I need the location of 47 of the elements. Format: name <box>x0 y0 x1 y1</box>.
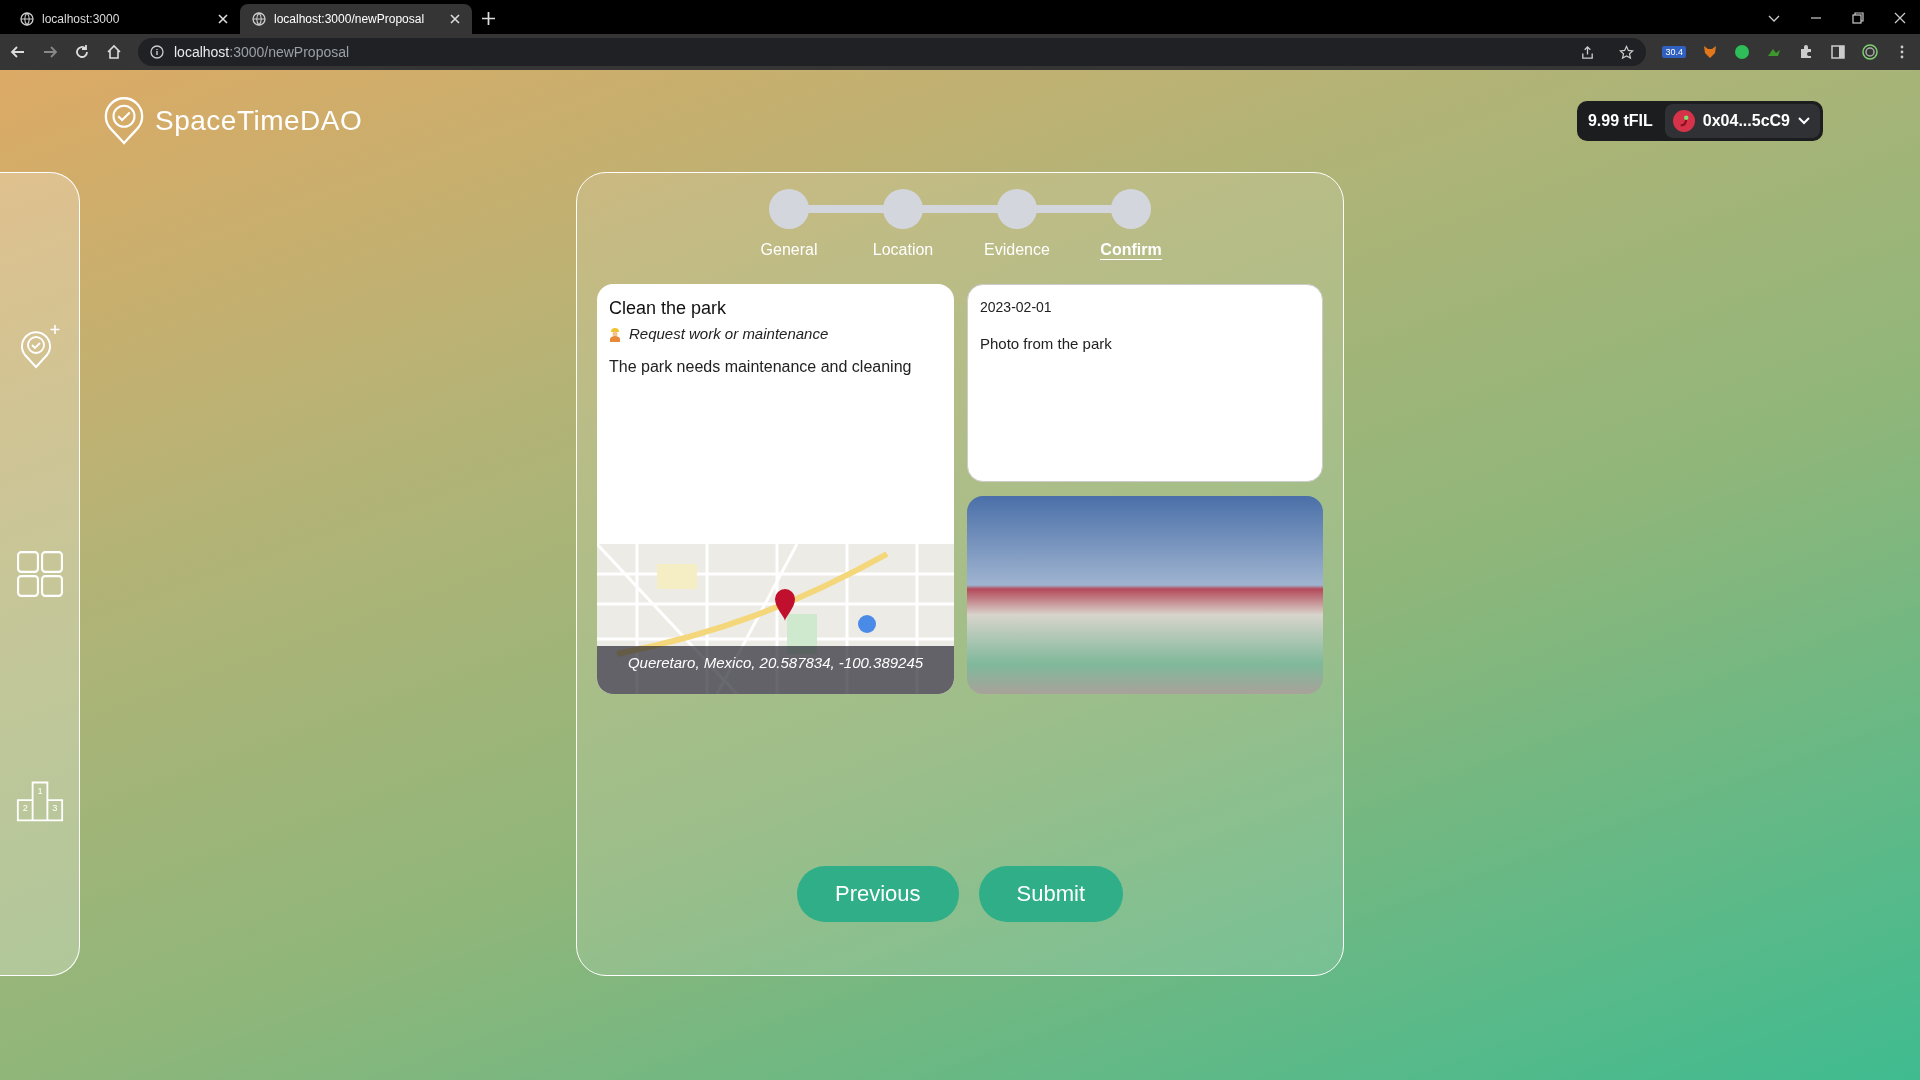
side-panel-icon[interactable] <box>1830 44 1846 60</box>
submit-button[interactable]: Submit <box>978 866 1124 922</box>
proposal-title: Clean the park <box>609 298 728 319</box>
close-icon[interactable] <box>450 14 460 24</box>
step-dot <box>1111 189 1151 229</box>
location-pin-check-icon[interactable] <box>103 97 145 145</box>
star-icon[interactable] <box>1619 44 1635 60</box>
back-icon[interactable] <box>10 44 26 60</box>
account-button[interactable]: 0x04...5cC9 <box>1664 104 1820 138</box>
home-icon[interactable] <box>106 44 122 60</box>
extension-badge[interactable]: 30.4 <box>1662 46 1686 58</box>
new-tab-icon[interactable] <box>482 12 495 25</box>
proposal-description: The park needs maintenance and cleaning <box>609 358 913 376</box>
restore-icon[interactable] <box>1852 12 1864 24</box>
close-icon[interactable] <box>218 14 228 24</box>
tab-title: localhost:3000 <box>42 12 121 26</box>
step-label[interactable]: Location <box>872 241 934 260</box>
forward-icon[interactable] <box>42 44 58 60</box>
url-text: localhost:3000/newProposal <box>174 44 350 60</box>
step-label[interactable]: Evidence <box>984 241 1050 260</box>
previous-button[interactable]: Previous <box>796 866 959 922</box>
balance-text: 9.99 tFIL <box>1586 112 1654 130</box>
avatar-icon <box>1672 110 1695 132</box>
category-label: Request work or maintenance <box>629 325 829 342</box>
extension-icon[interactable] <box>1734 44 1750 60</box>
globe-icon <box>252 12 266 26</box>
step-label[interactable]: General <box>760 241 818 260</box>
chevron-down-icon <box>1798 117 1810 125</box>
location-caption: Queretaro, Mexico, 20.587834, -100.389245 <box>597 646 954 694</box>
tab-title: localhost:3000/newProposal <box>274 12 426 26</box>
info-icon <box>150 45 164 59</box>
brand-name[interactable]: SpaceTimeDAO <box>155 105 363 137</box>
profile-icon[interactable] <box>1862 44 1878 60</box>
reload-icon[interactable] <box>74 44 90 60</box>
fox-icon[interactable] <box>1702 44 1718 60</box>
browser-tab[interactable]: localhost:3000/newProposal <box>240 4 472 34</box>
puzzle-icon[interactable] <box>1798 44 1814 60</box>
step-label[interactable]: Confirm <box>1100 241 1162 260</box>
browser-tab[interactable]: localhost:3000 <box>8 4 240 34</box>
globe-icon <box>20 12 34 26</box>
step-dot <box>769 189 809 229</box>
share-icon[interactable] <box>1580 44 1596 60</box>
address-bar[interactable]: localhost:3000/newProposal <box>138 38 1647 66</box>
close-icon[interactable] <box>1894 12 1906 24</box>
worker-icon <box>609 325 621 342</box>
evidence-description: Photo from the park <box>980 335 1113 352</box>
evidence-date: 2023-02-01 <box>980 299 1053 315</box>
